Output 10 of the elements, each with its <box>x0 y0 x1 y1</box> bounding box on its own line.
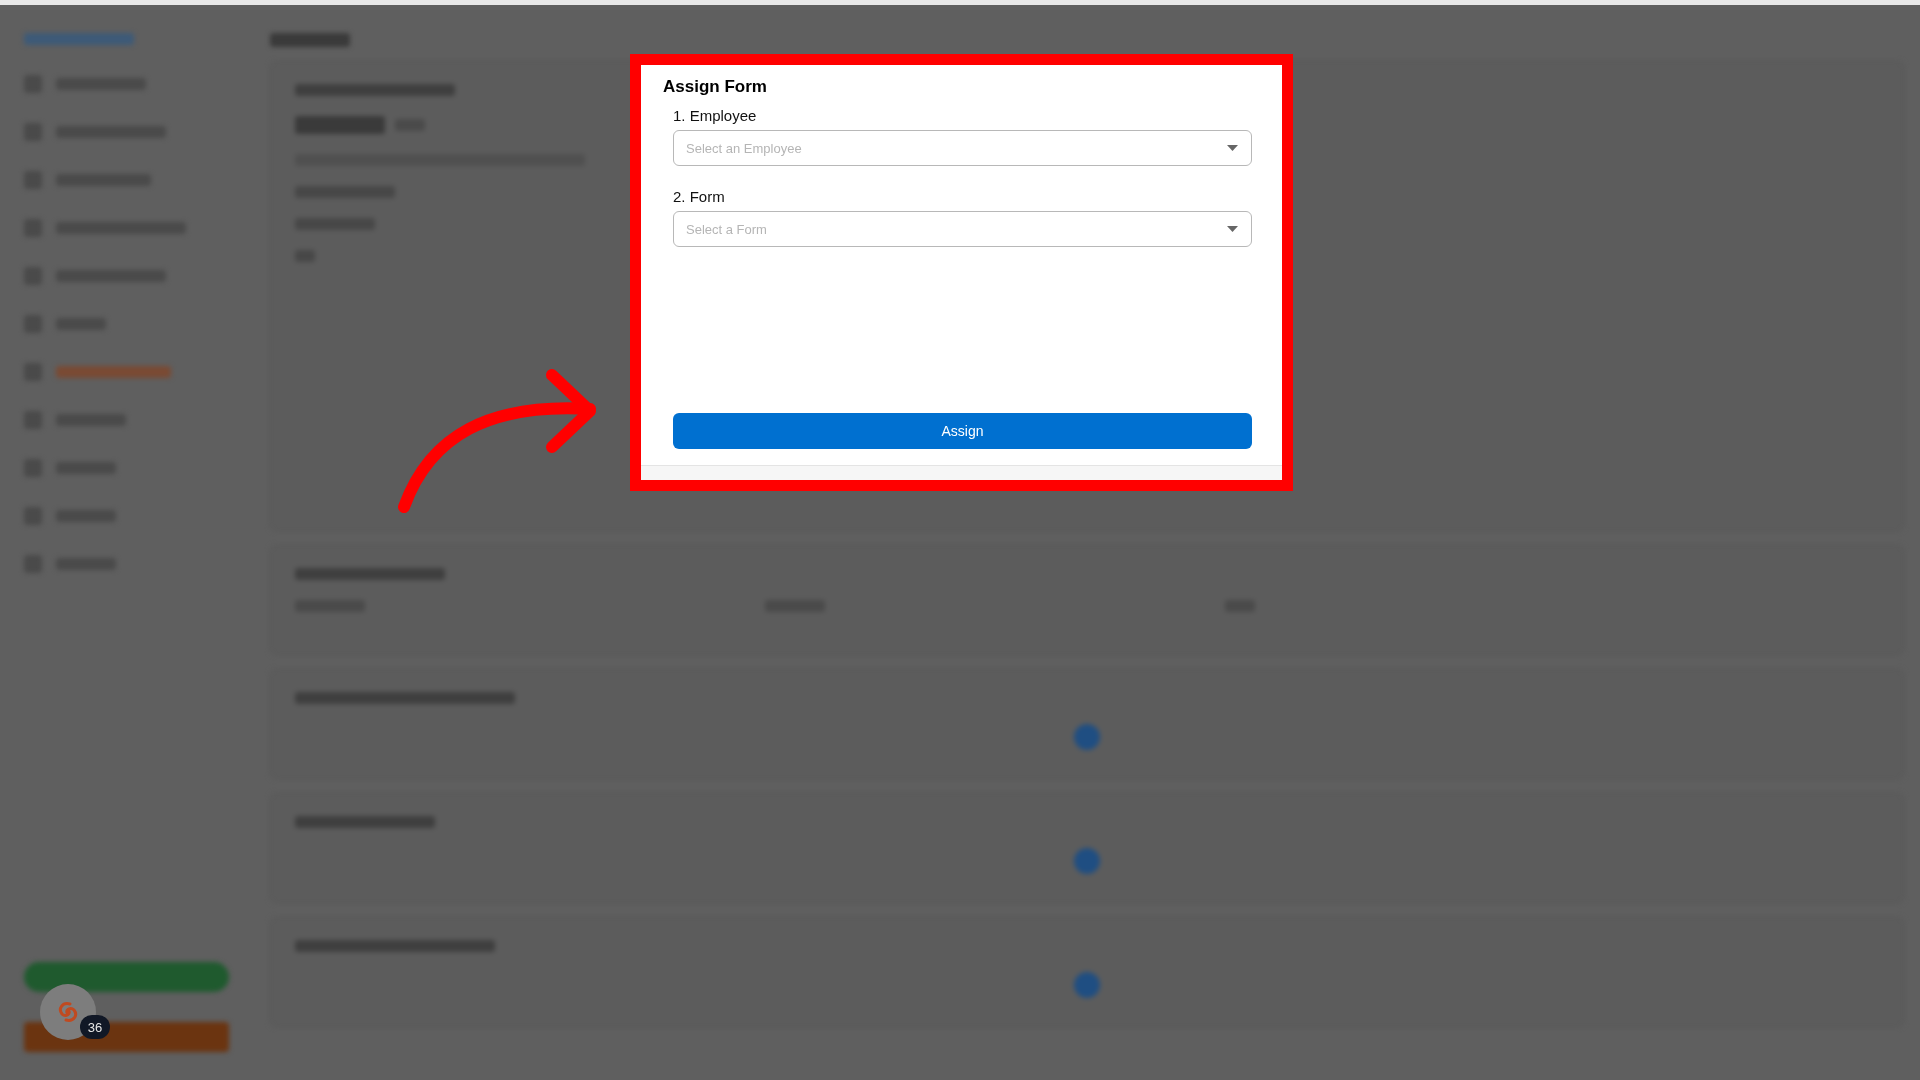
select-field[interactable]: Select a Form <box>673 211 1252 247</box>
notification-badge: 36 <box>80 1015 110 1039</box>
swirl-icon <box>56 1001 80 1023</box>
caret-icon <box>1227 226 1238 232</box>
field-label: 1. Employee <box>673 107 758 124</box>
caret-icon <box>1227 145 1238 151</box>
dialog-title: Assign Form <box>663 77 768 97</box>
field-label: 2. Form <box>673 188 726 205</box>
assign-button[interactable]: Assign <box>673 413 1252 449</box>
select-field[interactable]: Select an Employee <box>673 130 1252 166</box>
